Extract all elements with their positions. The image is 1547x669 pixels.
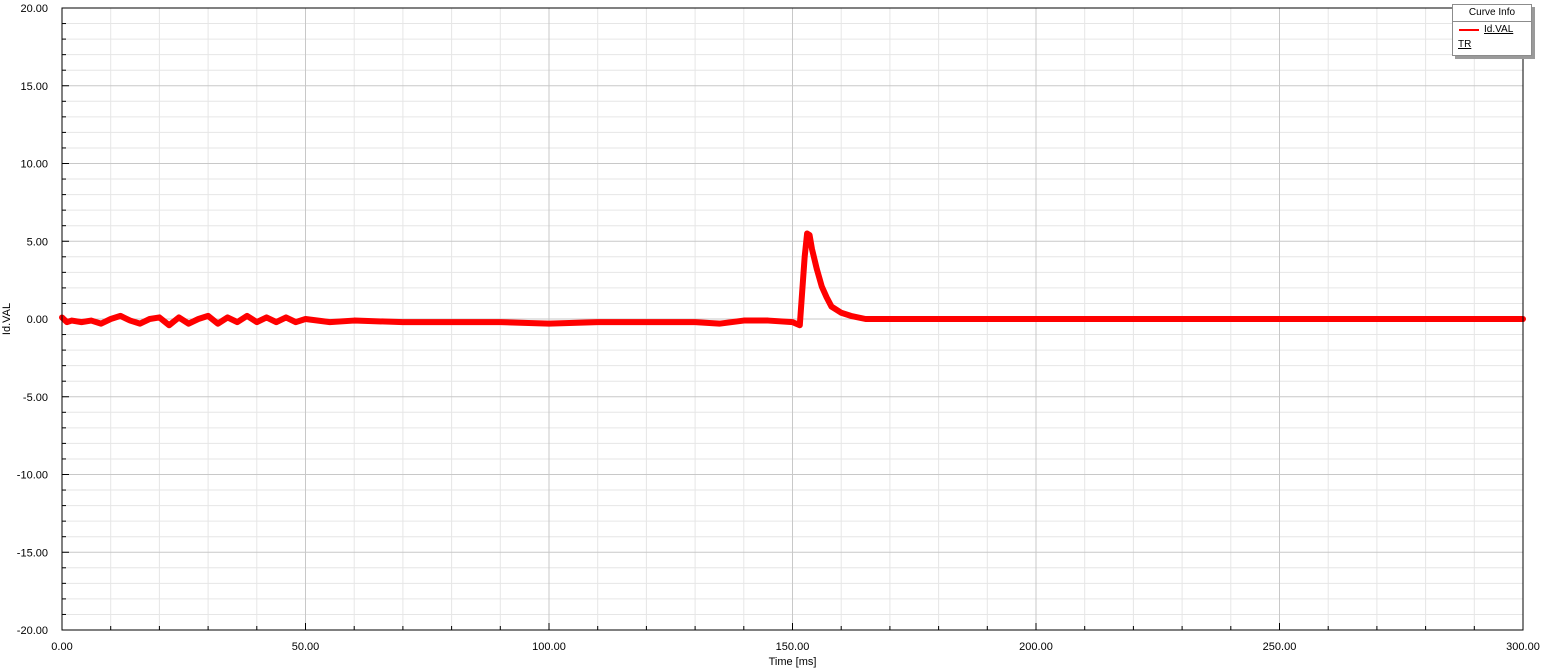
chart-canvas: 20.00 15.00 10.00 5.00 0.00 -5.00 -10.00 -15.00… (1, 3, 1540, 668)
legend-entry[interactable]: Id.VAL (1453, 22, 1531, 37)
x-tick-label: 250.00 (1263, 641, 1297, 653)
y-tick-label: -20.00 (17, 625, 48, 637)
y-tick-label: -10.00 (17, 470, 48, 482)
legend[interactable]: Curve Info Id.VAL TR (1452, 4, 1532, 56)
x-tick-label: 150.00 (776, 641, 810, 653)
y-tick-label: 15.00 (20, 81, 48, 93)
x-tick-label: 300.00 (1506, 641, 1540, 653)
x-tick-label: 50.00 (292, 641, 320, 653)
y-tick-label: 5.00 (27, 236, 48, 248)
legend-group-row[interactable]: TR (1453, 37, 1531, 52)
y-axis-title: Id.VAL (1, 303, 13, 335)
y-tick-labels: 20.00 15.00 10.00 5.00 0.00 -5.00 -10.00 -15.00… (17, 3, 48, 637)
legend-swatch (1459, 29, 1479, 31)
legend-entry-label: Id.VAL (1484, 24, 1514, 35)
x-axis-title: Time [ms] (769, 656, 817, 668)
x-tick-labels: 0.00 50.00 100.00 150.00 200.00 250.00 300.00 (51, 641, 1540, 653)
y-tick-label: -15.00 (17, 547, 48, 559)
y-tick-label: 10.00 (20, 159, 48, 171)
x-tick-label: 100.00 (532, 641, 566, 653)
x-tick-label: 0.00 (51, 641, 72, 653)
y-tick-label: 0.00 (27, 314, 48, 326)
y-tick-label: -5.00 (23, 392, 48, 404)
legend-title: Curve Info (1453, 5, 1531, 22)
x-tick-label: 200.00 (1019, 641, 1053, 653)
y-tick-label: 20.00 (20, 3, 48, 15)
legend-group-label: TR (1458, 39, 1472, 50)
